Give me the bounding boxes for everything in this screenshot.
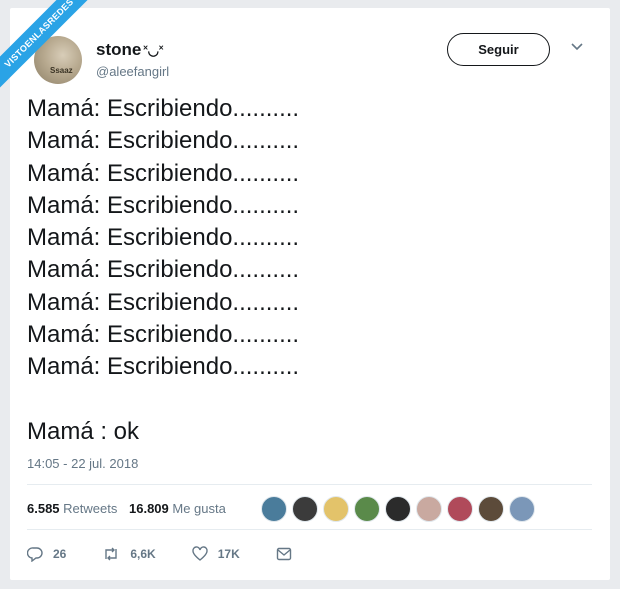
tweet-line: Mamá: Escribiendo.......... (27, 288, 300, 316)
tweet-line: Mamá: Escribiendo.......... (27, 224, 300, 252)
like-action[interactable]: 17K (192, 546, 240, 562)
tweet-line: Mamá: Escribiendo.......... (27, 191, 300, 219)
liker-avatar[interactable] (478, 496, 504, 522)
liker-avatar[interactable] (261, 496, 287, 522)
liker-avatar[interactable] (354, 496, 380, 522)
line-spacer (27, 384, 587, 416)
divider (27, 529, 592, 530)
tweet-line: Mamá: Escribiendo.......... (27, 353, 300, 381)
engagement-stats: 6.585 Retweets 16.809 Me gusta (27, 501, 234, 516)
tweet-line: Mamá: Escribiendo.......... (27, 127, 300, 155)
liker-avatar[interactable] (385, 496, 411, 522)
tweet-line: Mamá: Escribiendo.......... (27, 95, 300, 122)
liker-avatar[interactable] (292, 496, 318, 522)
envelope-icon (276, 547, 291, 561)
like-count: 17K (217, 547, 240, 561)
action-bar: 26 6,6K 17K (27, 546, 338, 562)
retweets-count: 6.585 (27, 501, 60, 516)
author-handle[interactable]: @aleefangirl (96, 64, 169, 79)
author-name-text: stone (96, 40, 142, 59)
liker-avatars (261, 496, 540, 522)
retweets-label: Retweets (63, 501, 118, 516)
likes-count: 16.809 (129, 501, 169, 516)
retweet-action[interactable]: 6,6K (102, 546, 156, 562)
follow-button[interactable]: Seguir (447, 33, 550, 66)
tweet-line: Mamá: Escribiendo.......... (27, 256, 300, 284)
tweet-text: Mamá: Escribiendo.......... Mamá: Escrib… (27, 93, 587, 448)
retweet-count: 6,6K (130, 547, 156, 561)
reply-action[interactable]: 26 (27, 546, 66, 562)
liker-avatar[interactable] (323, 496, 349, 522)
tweet-timestamp[interactable]: 14:05 - 22 jul. 2018 (27, 456, 138, 471)
liker-avatar[interactable] (447, 496, 473, 522)
reply-count: 26 (53, 547, 67, 561)
retweet-icon (105, 547, 118, 561)
divider (27, 484, 592, 485)
tweet-line: Mamá: Escribiendo.......... (27, 159, 300, 187)
chevron-down-icon[interactable] (570, 40, 584, 54)
heart-icon (192, 546, 208, 561)
tweet-card: Ssaaz stone ˟◡˟ @aleefangirl Seguir Mamá:… (10, 8, 610, 580)
name-emoji: ˟◡˟ (143, 43, 164, 58)
likes-stat[interactable]: 16.809 Me gusta (129, 501, 226, 516)
tweet-line: Mamá: Escribiendo.......... (27, 321, 300, 349)
author-name[interactable]: stone ˟◡˟ (96, 40, 163, 60)
avatar-text: Ssaaz (50, 66, 73, 75)
retweets-stat[interactable]: 6.585 Retweets (27, 501, 117, 516)
liker-avatar[interactable] (416, 496, 442, 522)
reply-icon (27, 547, 43, 562)
message-action[interactable] (276, 547, 302, 561)
liker-avatar[interactable] (509, 496, 535, 522)
tweet-final-line: Mamá : ok (27, 417, 140, 445)
likes-label: Me gusta (172, 501, 226, 516)
